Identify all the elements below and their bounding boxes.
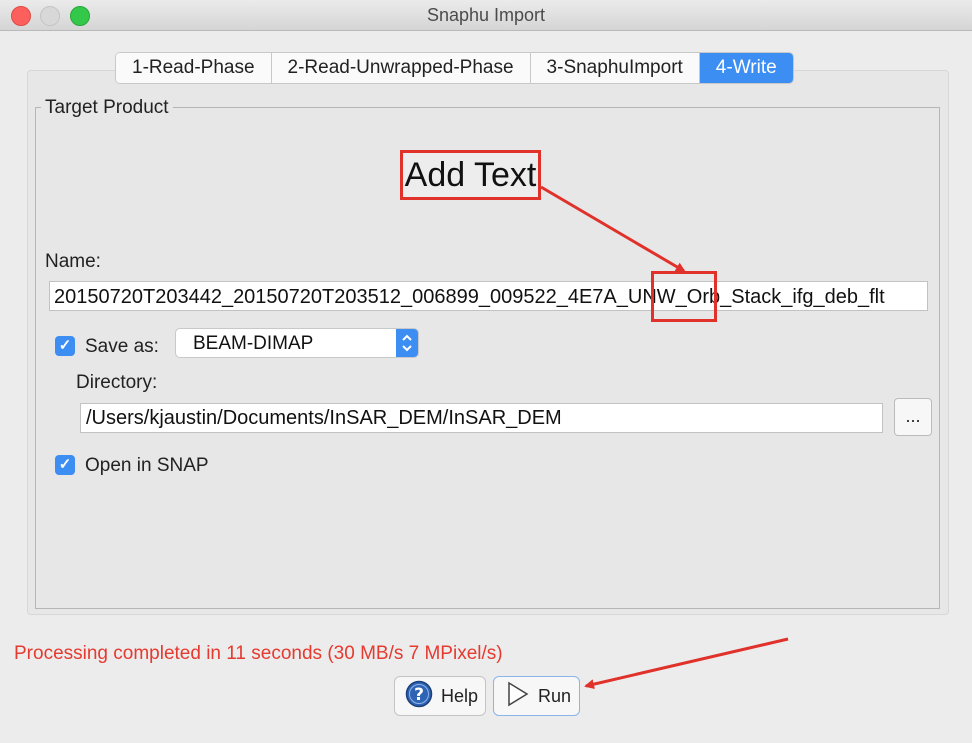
select-arrows-icon: [396, 329, 418, 357]
name-label: Name:: [45, 251, 101, 272]
help-button-label: Help: [441, 685, 479, 706]
annotation-label: Add Text: [400, 150, 541, 200]
format-select[interactable]: BEAM-DIMAP: [175, 328, 419, 358]
help-icon: ?: [405, 680, 433, 713]
open-in-snap-checkbox[interactable]: ✓: [55, 455, 75, 475]
browse-button[interactable]: ...: [894, 398, 932, 436]
tab-snaphu-import[interactable]: 3-SnaphuImport: [530, 53, 700, 83]
name-field[interactable]: 20150720T203442_20150720T203512_006899_0…: [49, 281, 928, 311]
tab-bar: 1-Read-Phase 2-Read-Unwrapped-Phase 3-Sn…: [115, 52, 794, 84]
tab-write[interactable]: 4-Write: [699, 53, 793, 83]
save-as-label: Save as:: [85, 336, 159, 357]
target-product-title: Target Product: [41, 97, 173, 119]
arrow-to-run-icon: [584, 637, 789, 690]
annotation-highlight-box: [651, 271, 717, 322]
svg-text:?: ?: [414, 685, 424, 705]
save-as-checkbox[interactable]: ✓: [55, 336, 75, 356]
open-in-snap-label: Open in SNAP: [85, 455, 209, 476]
status-message: Processing completed in 11 seconds (30 M…: [14, 643, 503, 664]
tab-read-unwrapped-phase[interactable]: 2-Read-Unwrapped-Phase: [271, 53, 531, 83]
format-select-value: BEAM-DIMAP: [193, 333, 314, 354]
directory-label: Directory:: [76, 372, 158, 393]
title-bar: Snaphu Import: [0, 0, 972, 31]
run-button-label: Run: [538, 685, 572, 706]
directory-field[interactable]: /Users/kjaustin/Documents/InSAR_DEM/InSA…: [80, 403, 883, 433]
run-button[interactable]: Run: [493, 676, 580, 716]
window-title: Snaphu Import: [426, 5, 546, 25]
tab-read-phase[interactable]: 1-Read-Phase: [116, 53, 272, 83]
play-icon: [506, 681, 530, 712]
help-button[interactable]: ? Help: [394, 676, 486, 716]
